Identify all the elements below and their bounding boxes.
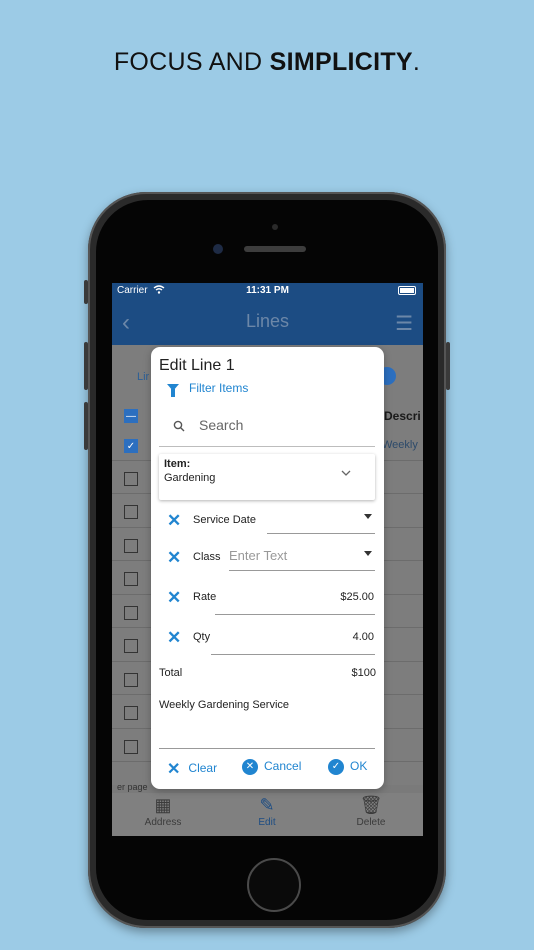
service-date-row: ✕ Service Date [151, 507, 384, 543]
row-checkbox [124, 639, 138, 653]
cancel-button[interactable]: ✕ Cancel [242, 759, 301, 775]
status-time: 11:31 PM [246, 285, 289, 296]
volume-down-button [84, 402, 88, 450]
headline: FOCUS AND SIMPLICITY. [0, 48, 534, 77]
rate-value[interactable]: $25.00 [340, 591, 374, 603]
class-row: ✕ Class Enter Text [151, 544, 384, 580]
row-checkbox [124, 572, 138, 586]
row-checkbox [124, 505, 138, 519]
qty-label: Qty [193, 631, 211, 643]
edit-line-dialog: Edit Line 1 Filter Items Search Item: Ga… [151, 347, 384, 789]
close-icon: ✕ [167, 761, 181, 778]
qty-row: ✕ Qty 4.00 [151, 624, 384, 660]
class-input[interactable]: Enter Text [229, 548, 287, 563]
row-checkbox [124, 673, 138, 687]
row-checkbox [124, 740, 138, 754]
clear-rate-icon[interactable]: ✕ [167, 588, 181, 608]
service-date-field[interactable] [267, 533, 375, 534]
edit-tab-label: Edit [258, 817, 276, 828]
delete-tab-label: Delete [356, 817, 386, 828]
class-field-underline [229, 570, 375, 571]
edit-icon: ✎ [259, 795, 275, 815]
class-dropdown-icon[interactable] [364, 551, 372, 556]
service-date-dropdown-icon[interactable] [364, 514, 372, 519]
qty-field-underline [211, 654, 375, 655]
dialog-actions: ✕ Clear ✕ Cancel ✓ OK [151, 759, 384, 783]
select-all-checkbox: — [124, 409, 138, 423]
check-circle-icon: ✓ [328, 759, 344, 775]
row-checkbox: ✓ [124, 439, 138, 453]
item-label: Item: [164, 458, 191, 470]
power-button [446, 342, 450, 390]
headline-normal: FOCUS AND [113, 48, 270, 76]
cancel-label: Cancel [264, 759, 302, 774]
clear-service-date-icon[interactable]: ✕ [167, 511, 181, 531]
bg-first-row-text: Weekly [382, 439, 418, 451]
bottom-toolbar: ▦ Address ✎ Edit 🗑 Delete [112, 793, 423, 836]
filter-icon [167, 384, 179, 397]
rate-label: Rate [193, 591, 217, 603]
total-label: Total [159, 667, 183, 679]
address-tab[interactable]: ▦ Address [123, 795, 203, 828]
total-value: $100 [351, 667, 376, 679]
row-checkbox [124, 706, 138, 720]
service-date-label: Service Date [193, 514, 256, 526]
dialog-title: Edit Line 1 [159, 357, 235, 374]
search-placeholder: Search [199, 417, 244, 433]
row-checkbox [124, 472, 138, 486]
clear-class-icon[interactable]: ✕ [167, 548, 181, 568]
qty-value[interactable]: 4.00 [353, 631, 374, 643]
address-card-icon: ▦ [154, 795, 172, 815]
proximity-sensor [272, 224, 278, 230]
ok-button[interactable]: ✓ OK [328, 759, 367, 775]
mute-switch [84, 280, 88, 304]
class-label: Class [193, 551, 221, 563]
headline-bold: SIMPLICITY [269, 48, 413, 76]
headline-tail: . [412, 48, 421, 76]
search-input[interactable]: Search [159, 413, 375, 447]
rate-row: ✕ Rate $25.00 [151, 584, 384, 620]
home-button[interactable] [247, 858, 301, 912]
nav-bar: ‹ Lines ☰ [112, 299, 423, 345]
description-underline [159, 748, 375, 749]
status-bar: Carrier 11:31 PM [112, 283, 423, 299]
row-checkbox [124, 539, 138, 553]
cancel-circle-icon: ✕ [242, 759, 258, 775]
trash-icon: 🗑 [359, 795, 383, 815]
bg-description-header: Descri [384, 409, 421, 423]
edit-tab[interactable]: ✎ Edit [227, 795, 307, 828]
rate-field-underline [215, 614, 375, 615]
item-dropdown[interactable]: Item: Gardening [159, 454, 375, 500]
hamburger-menu-icon[interactable]: ☰ [395, 311, 413, 336]
earpiece-speaker [244, 246, 306, 252]
address-tab-label: Address [144, 817, 182, 828]
clear-label: Clear [188, 761, 218, 776]
bg-pager-label: er page [117, 782, 148, 792]
item-value: Gardening [164, 472, 216, 484]
ok-label: OK [350, 759, 368, 774]
description-text[interactable]: Weekly Gardening Service [159, 699, 289, 711]
search-icon [173, 419, 185, 435]
clear-qty-icon[interactable]: ✕ [167, 628, 181, 648]
filter-items-button[interactable]: Filter Items [167, 381, 249, 397]
nav-title: Lines [245, 311, 290, 331]
battery-icon [398, 286, 416, 295]
row-checkbox [124, 606, 138, 620]
delete-tab[interactable]: 🗑 Delete [331, 795, 411, 828]
front-camera-icon [213, 244, 223, 254]
bg-tab-label: Lir [137, 371, 150, 383]
chevron-down-icon [341, 466, 351, 480]
filter-items-label: Filter Items [189, 381, 249, 395]
clear-button[interactable]: ✕ Clear [167, 759, 217, 779]
volume-up-button [84, 342, 88, 390]
